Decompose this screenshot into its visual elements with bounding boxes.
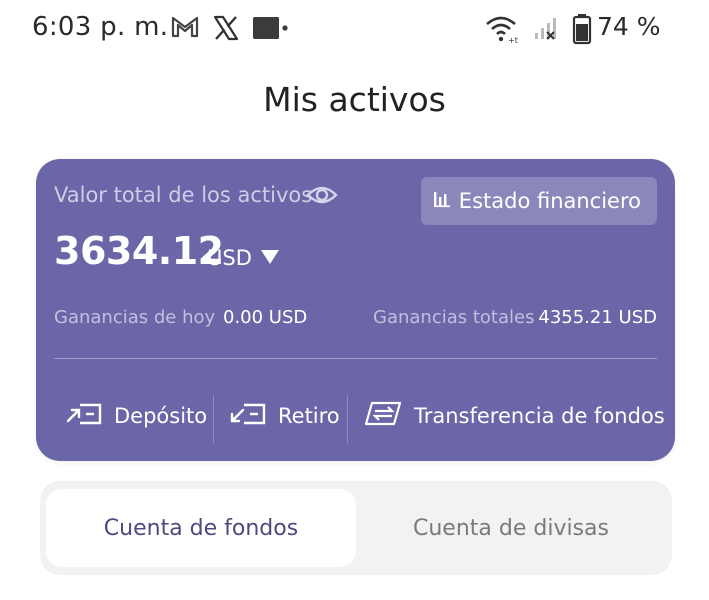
status-bar: 6:03 p. m. +t 74 % — [0, 0, 709, 60]
total-asset-value: 3634.12 — [54, 229, 224, 273]
currency-selector[interactable]: USD — [207, 246, 280, 270]
battery-icon — [572, 13, 592, 49]
tab-currency-account[interactable]: Cuenta de divisas — [356, 489, 666, 567]
funds-transfer-button[interactable]: Transferencia de fondos — [364, 391, 665, 441]
today-earnings-value: 0.00 USD — [223, 307, 308, 328]
gmail-icon — [170, 14, 200, 44]
action-separator — [213, 395, 214, 443]
financial-statement-label: Estado financiero — [458, 189, 641, 213]
withdraw-label: Retiro — [278, 404, 340, 428]
eye-icon[interactable] — [306, 183, 338, 211]
wifi-icon: +t — [484, 14, 518, 48]
x-icon — [212, 14, 240, 46]
total-earnings-label: Ganancias totales — [373, 307, 535, 328]
notification-square-icon — [252, 14, 288, 46]
page-title: Mis activos — [263, 80, 446, 119]
transfer-icon — [364, 400, 404, 433]
withdraw-button[interactable]: Retiro — [230, 391, 340, 441]
deposit-button[interactable]: Depósito — [66, 391, 207, 441]
caret-down-icon — [260, 246, 280, 270]
svg-text:+t: +t — [508, 36, 518, 44]
bar-chart-icon — [433, 189, 451, 213]
total-assets-label: Valor total de los activos — [54, 183, 313, 207]
status-time: 6:03 p. m. — [32, 12, 169, 42]
withdraw-icon — [230, 401, 268, 432]
deposit-label: Depósito — [114, 404, 208, 428]
card-divider — [54, 358, 657, 359]
battery-percentage: 74 % — [597, 12, 661, 41]
signal-icon — [534, 14, 566, 48]
currency-label: USD — [207, 246, 252, 270]
total-earnings-value: 4355.21 USD — [538, 307, 657, 328]
asset-summary-card: Valor total de los activos Estado financ… — [36, 159, 675, 461]
deposit-icon — [66, 401, 104, 432]
account-tabs: Cuenta de fondos Cuenta de divisas — [40, 481, 672, 575]
transfer-label: Transferencia de fondos — [414, 404, 665, 428]
today-earnings-label: Ganancias de hoy — [54, 307, 216, 328]
tab-funds-account[interactable]: Cuenta de fondos — [46, 489, 356, 567]
financial-statement-button[interactable]: Estado financiero — [420, 177, 657, 225]
action-separator — [347, 395, 348, 443]
